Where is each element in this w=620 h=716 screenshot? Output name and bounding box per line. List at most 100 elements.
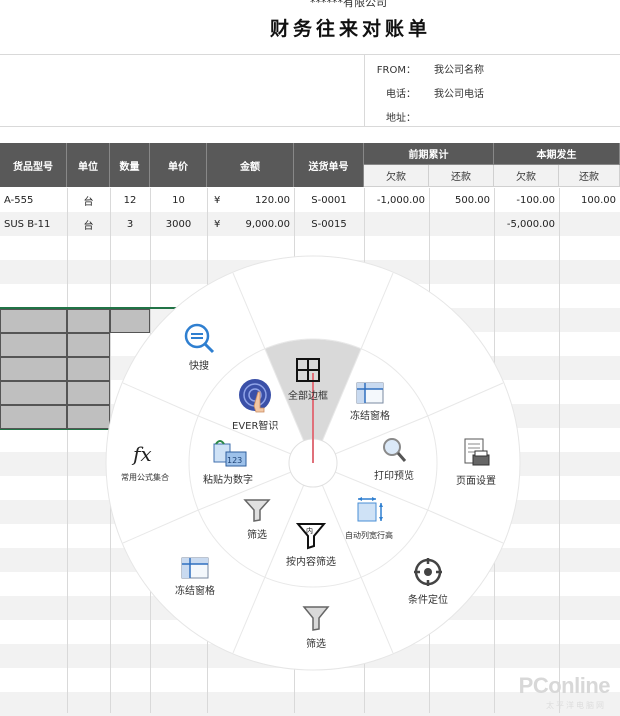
- menu-full-border[interactable]: 全部边框: [288, 356, 328, 402]
- border-grid-icon: [296, 358, 320, 382]
- formula-fx-icon: fx: [131, 442, 152, 466]
- menu-freeze-panes-outer[interactable]: 冻结窗格: [175, 557, 215, 597]
- cell-delivery-no[interactable]: S-0015: [294, 212, 364, 236]
- grid-line: [67, 188, 68, 713]
- cell-price[interactable]: 10: [150, 188, 207, 212]
- menu-print-preview[interactable]: 打印预览: [374, 436, 414, 482]
- header-price[interactable]: 单价: [150, 143, 207, 187]
- cell-curr-debt[interactable]: -5,000.00: [494, 212, 559, 236]
- menu-page-setup[interactable]: 页面设置: [456, 437, 496, 487]
- divider: [0, 54, 620, 55]
- cell-curr-debt[interactable]: -100.00: [494, 188, 559, 212]
- menu-freeze-panes-inner-label: 冻结窗格: [350, 411, 390, 422]
- header-prev-group[interactable]: 前期累计: [364, 143, 494, 165]
- menu-ever-smart-label: EVER智识: [232, 421, 279, 432]
- paste-number-icon: 123: [213, 440, 247, 467]
- cell-curr-paid[interactable]: 100.00: [559, 188, 620, 212]
- grid-line: [559, 188, 560, 713]
- header-curr-paid[interactable]: 还款: [559, 165, 620, 187]
- menu-auto-fit[interactable]: 自动列宽行高: [345, 497, 393, 541]
- selected-cell[interactable]: [0, 309, 67, 333]
- menu-filter-outer-label: 筛选: [306, 639, 326, 650]
- svg-text:fx: fx: [131, 442, 152, 466]
- svg-text:内: 内: [306, 526, 313, 535]
- header-model[interactable]: 货品型号: [0, 143, 67, 187]
- menu-paste-as-number-label: 粘贴为数字: [203, 475, 253, 486]
- menu-quick-search-label: 快搜: [189, 361, 209, 372]
- menu-ever-smart[interactable]: EVER智识: [232, 378, 278, 432]
- header-prev-paid[interactable]: 还款: [429, 165, 494, 187]
- menu-freeze-panes-inner[interactable]: 冻结窗格: [350, 382, 390, 422]
- cell-prev-debt[interactable]: -1,000.00: [364, 188, 429, 212]
- cell-qty[interactable]: 12: [110, 188, 150, 212]
- menu-condition-locate-label: 条件定位: [408, 595, 448, 606]
- touch-icon: [239, 379, 272, 413]
- watermark-brand: PConline: [518, 673, 611, 698]
- cell-model[interactable]: SUS B-11: [0, 212, 67, 236]
- menu-print-preview-label: 打印预览: [374, 471, 414, 482]
- selected-cell[interactable]: [0, 381, 67, 405]
- cell-amount[interactable]: 9,000.00: [207, 212, 294, 236]
- menu-auto-fit-label: 自动列宽行高: [345, 531, 393, 540]
- cell-prev-paid[interactable]: 500.00: [429, 188, 494, 212]
- cell-prev-paid[interactable]: [429, 212, 494, 236]
- sheet-title: 财务往来对账单: [270, 18, 432, 40]
- selected-cell[interactable]: [0, 333, 67, 357]
- cell-amount[interactable]: 120.00: [207, 188, 294, 212]
- header-qty[interactable]: 数量: [110, 143, 150, 187]
- menu-page-setup-label: 页面设置: [456, 476, 496, 487]
- menu-filter-by-content-label: 按内容筛选: [286, 557, 336, 568]
- menu-full-border-label: 全部边框: [288, 391, 328, 402]
- menu-paste-as-number[interactable]: 123 粘贴为数字: [203, 438, 253, 486]
- menu-filter-inner-label: 筛选: [247, 530, 267, 541]
- menu-formula-set[interactable]: fx 常用公式集合: [121, 439, 169, 483]
- watermark-sub: 太平洋电脑网: [546, 701, 606, 710]
- menu-filter-by-content[interactable]: 内 按内容筛选: [286, 520, 336, 568]
- header-delivery-no[interactable]: 送货单号: [294, 143, 364, 187]
- selected-cell[interactable]: [67, 357, 110, 381]
- header-curr-group[interactable]: 本期发生: [494, 143, 620, 165]
- menu-filter-inner[interactable]: 筛选: [243, 497, 271, 541]
- selected-cell[interactable]: [0, 405, 67, 429]
- quick-search-icon: [184, 323, 215, 354]
- cell-unit[interactable]: 台: [67, 188, 110, 212]
- menu-freeze-panes-outer-label: 冻结窗格: [175, 586, 215, 597]
- from-label: FROM：: [376, 65, 416, 76]
- freeze-panes-icon: [181, 557, 209, 579]
- phone-value: 我公司电话: [434, 89, 484, 100]
- funnel-icon: [302, 606, 330, 631]
- magnifier-icon: [383, 438, 407, 462]
- company-name: ******有限公司: [310, 0, 387, 9]
- page-setup-icon: [464, 438, 490, 466]
- selected-cell[interactable]: [67, 309, 110, 333]
- menu-formula-set-label: 常用公式集合: [121, 473, 169, 482]
- cell-unit[interactable]: 台: [67, 212, 110, 236]
- menu-filter-outer[interactable]: 筛选: [302, 604, 330, 650]
- header-curr-debt[interactable]: 欠款: [494, 165, 559, 187]
- cell-delivery-no[interactable]: S-0001: [294, 188, 364, 212]
- freeze-panes-icon: [356, 382, 384, 404]
- selected-cell[interactable]: [67, 333, 110, 357]
- svg-text:123: 123: [227, 456, 242, 465]
- target-icon: [414, 558, 442, 586]
- cell-prev-debt[interactable]: [364, 212, 429, 236]
- content-filter-icon: 内: [296, 523, 326, 550]
- selected-cell[interactable]: [67, 405, 110, 429]
- cell-price[interactable]: 3000: [150, 212, 207, 236]
- address-label: 地址：: [386, 113, 416, 124]
- cell-model[interactable]: A-555: [0, 188, 67, 212]
- menu-quick-search[interactable]: 快搜: [183, 322, 215, 372]
- auto-fit-icon: [357, 497, 383, 522]
- header-unit[interactable]: 单位: [67, 143, 110, 187]
- cell-qty[interactable]: 3: [110, 212, 150, 236]
- header-prev-debt[interactable]: 欠款: [364, 165, 429, 187]
- funnel-icon: [243, 499, 271, 522]
- from-value: 我公司名称: [434, 65, 484, 76]
- selected-cell[interactable]: [67, 381, 110, 405]
- header-amount[interactable]: 金额: [207, 143, 294, 187]
- phone-label: 电话：: [386, 89, 416, 100]
- cell-curr-paid[interactable]: [559, 212, 620, 236]
- selected-cell[interactable]: [0, 357, 67, 381]
- divider: [0, 126, 620, 127]
- menu-condition-locate[interactable]: 条件定位: [408, 556, 448, 606]
